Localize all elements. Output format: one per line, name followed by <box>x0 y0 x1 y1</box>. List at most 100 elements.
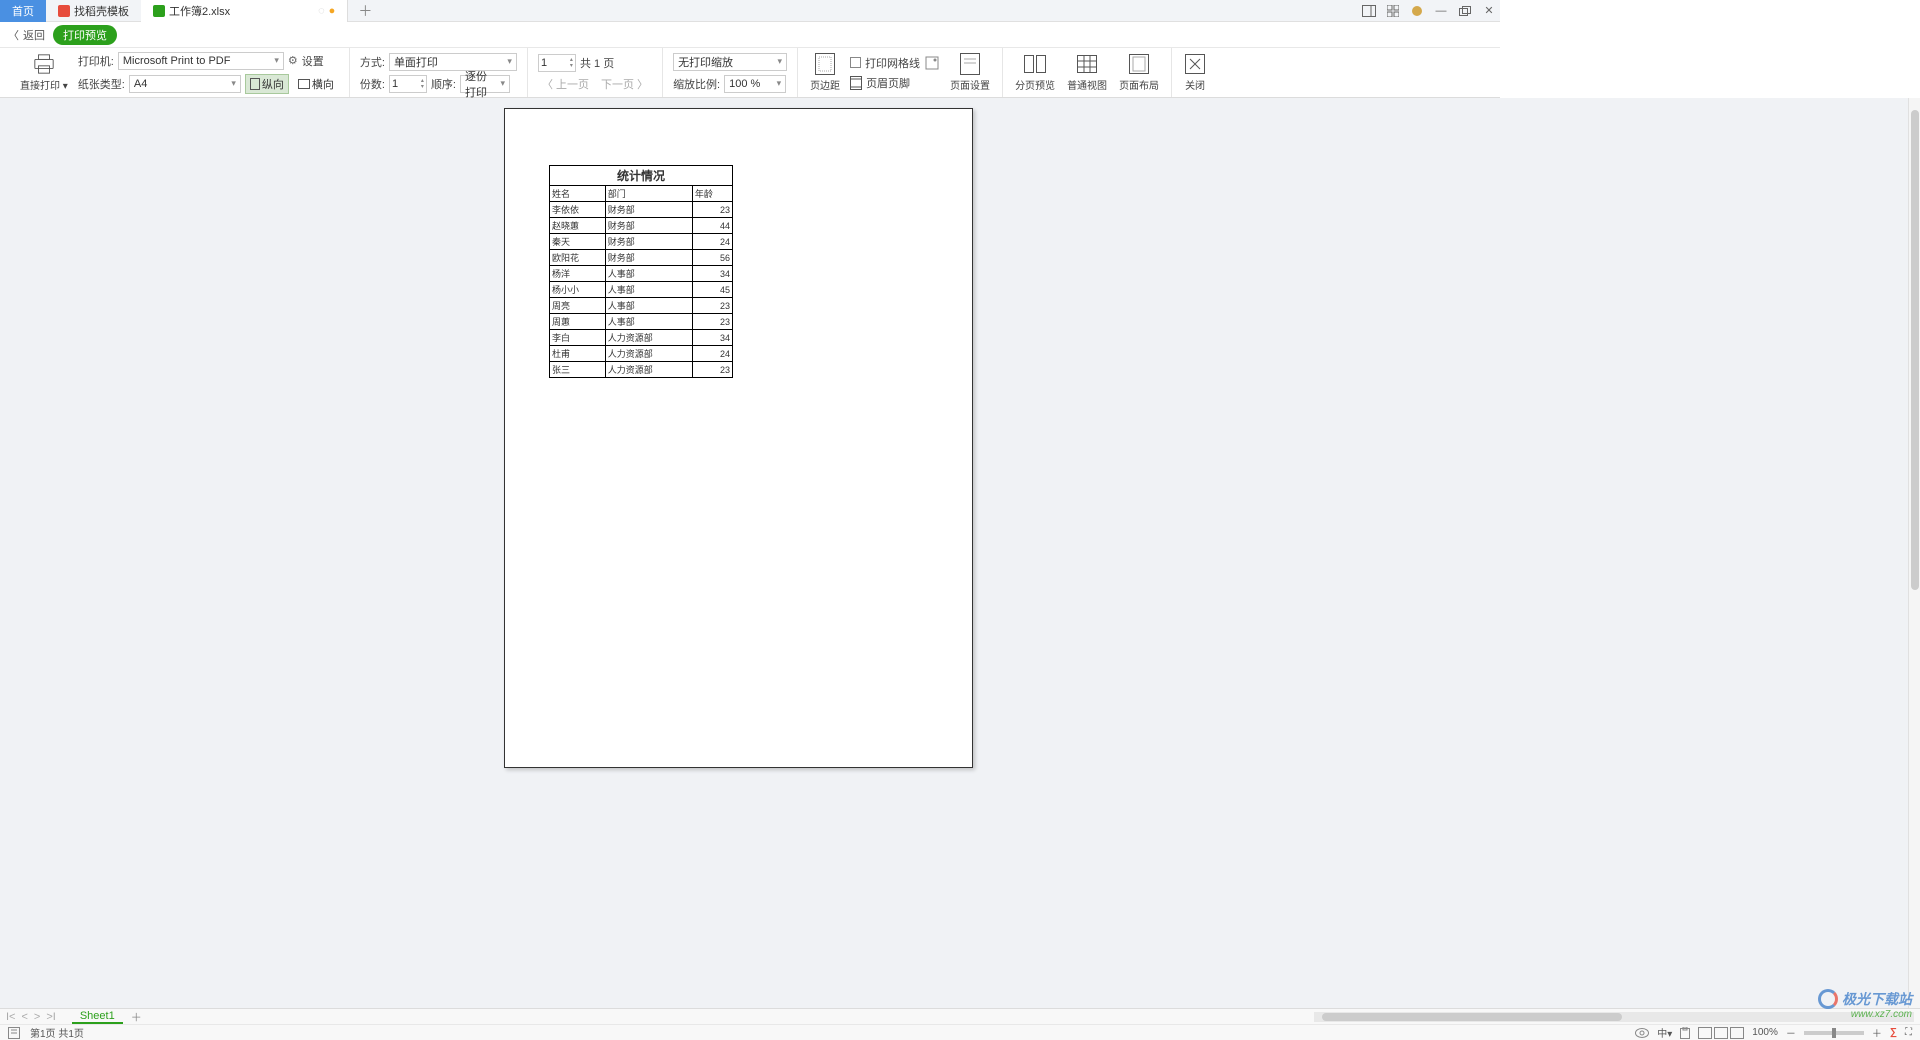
prev-page-button[interactable]: 〈 上一页 <box>538 76 593 92</box>
apps-icon[interactable] <box>1382 2 1404 20</box>
zoom-label: 缩放比例: <box>673 76 720 92</box>
new-tab-button[interactable]: ＋ <box>348 1 382 21</box>
watermark-swirl-icon <box>1818 989 1838 1009</box>
table-header-cell: 部门 <box>605 186 692 202</box>
window-controls: — ✕ <box>1358 2 1500 20</box>
table-header-cell: 年龄 <box>692 186 732 202</box>
order-label: 顺序: <box>431 76 456 92</box>
paper-type-label: 纸张类型: <box>78 76 125 92</box>
order-select[interactable]: 逐份打印 <box>460 75 510 93</box>
page-layout-button[interactable]: 页面布局 <box>1113 53 1165 92</box>
back-button[interactable]: 〈 返回 <box>8 27 45 43</box>
maximize-button[interactable] <box>1454 2 1476 20</box>
add-sheet-button[interactable]: ＋ <box>131 1009 142 1025</box>
chevron-left-icon: 〈 <box>8 27 19 43</box>
ime-badge[interactable]: 中▾ <box>1657 1025 1672 1040</box>
close-window-button[interactable]: ✕ <box>1478 2 1500 20</box>
zoom-select[interactable]: 100 % <box>724 75 786 93</box>
template-icon <box>58 5 70 17</box>
zoom-in-button[interactable]: ＋ <box>1872 1025 1882 1040</box>
status-bar: 第1页 共1页 中▾ 100% － ＋ ∑ ⛶ <box>0 1024 1920 1040</box>
breadcrumb: 〈 返回 打印预览 <box>0 22 1500 48</box>
normal-view-button[interactable]: 普通视图 <box>1061 53 1113 92</box>
prev-sheet-icon: < <box>21 1011 27 1023</box>
clipboard-icon[interactable] <box>1680 1027 1690 1039</box>
sheet-tab-active[interactable]: Sheet1 <box>72 1010 123 1024</box>
table-row: 杨洋人事部34 <box>550 266 733 282</box>
table-title: 统计情况 <box>550 166 733 186</box>
printer-label: 打印机: <box>78 53 114 69</box>
math-icon[interactable]: ∑ <box>1890 1027 1897 1038</box>
preview-canvas[interactable]: 统计情况 姓名部门年龄 李依依财务部23赵晓蕙财务部44秦天财务部24欧阳花财务… <box>0 98 1908 1008</box>
table-header-cell: 姓名 <box>550 186 606 202</box>
normal-view-icon <box>1076 53 1098 75</box>
options-icon[interactable] <box>8 1027 20 1039</box>
table-row: 赵晓蕙财务部44 <box>550 218 733 234</box>
paper-type-select[interactable]: A4 <box>129 75 241 93</box>
more-icon[interactable]: ● <box>329 5 336 17</box>
page-spinner[interactable]: 1 <box>538 54 576 72</box>
page-break-preview-button[interactable]: 分页预览 <box>1009 53 1061 92</box>
page-setup-icon <box>959 53 981 75</box>
vertical-scrollbar[interactable] <box>1908 98 1920 1008</box>
spreadsheet-icon <box>153 5 165 17</box>
gridlines-label: 打印网格线 <box>865 55 920 71</box>
sidebar-toggle-icon[interactable] <box>1358 2 1380 20</box>
copies-spinner[interactable]: 1 <box>389 75 427 93</box>
table-row: 欧阳花财务部56 <box>550 250 733 266</box>
printer-icon <box>33 53 55 75</box>
direct-print-button[interactable]: 直接打印 ▾ <box>14 53 74 92</box>
header-footer-icon <box>850 76 862 90</box>
page-break-icon <box>1024 53 1046 75</box>
next-sheet-icon: > <box>34 1011 40 1023</box>
first-sheet-icon: I< <box>6 1011 15 1023</box>
scaling-select[interactable]: 无打印缩放 <box>673 53 787 71</box>
next-page-button[interactable]: 下一页 〉 <box>597 76 652 92</box>
tab-template[interactable]: 找稻壳模板 <box>46 0 141 22</box>
settings-button[interactable]: 设置 <box>302 53 324 69</box>
tab-file-active[interactable]: 工作簿2.xlsx ◌ ● <box>141 0 348 22</box>
mode-select[interactable]: 单面打印 <box>389 53 517 71</box>
table-row: 李白人力资源部34 <box>550 330 733 346</box>
margins-button[interactable]: 页边距 <box>804 53 846 92</box>
table-row: 秦天财务部24 <box>550 234 733 250</box>
window-tabs-bar: 首页 找稻壳模板 工作簿2.xlsx ◌ ● ＋ — ✕ <box>0 0 1500 22</box>
table-row: 周亮人事部23 <box>550 298 733 314</box>
sheet-tab-bar: I< < > >I Sheet1 ＋ <box>0 1008 1920 1024</box>
view-mode-buttons[interactable] <box>1698 1027 1744 1039</box>
close-icon <box>1184 53 1206 75</box>
sheet-nav[interactable]: I< < > >I <box>6 1011 56 1023</box>
portrait-toggle[interactable]: 纵向 <box>245 74 289 94</box>
page-info-label: 第1页 共1页 <box>30 1025 84 1040</box>
eye-icon[interactable] <box>1635 1028 1649 1038</box>
gear-icon[interactable]: ⚙ <box>288 54 298 67</box>
header-footer-button[interactable]: 页眉页脚 <box>866 75 910 91</box>
margins-icon <box>814 53 836 75</box>
zoom-level-label: 100% <box>1752 1027 1778 1038</box>
close-preview-button[interactable]: 关闭 <box>1178 53 1212 92</box>
landscape-toggle[interactable]: 横向 <box>293 74 339 94</box>
minimize-button[interactable]: — <box>1430 2 1452 20</box>
table-row: 李依依财务部23 <box>550 202 733 218</box>
table-row: 周蕙人事部23 <box>550 314 733 330</box>
gridlines-checkbox[interactable] <box>850 57 861 68</box>
landscape-icon <box>298 79 310 89</box>
profile-icon[interactable] <box>1406 2 1428 20</box>
table-row: 杨小小人事部45 <box>550 282 733 298</box>
printer-select[interactable]: Microsoft Print to PDF <box>118 52 284 70</box>
pickup-icon[interactable] <box>924 55 940 71</box>
page-total-label: 共 1 页 <box>580 55 614 71</box>
table-row: 张三人力资源部23 <box>550 362 733 378</box>
print-preview-pill: 打印预览 <box>53 25 117 45</box>
page-setup-button[interactable]: 页面设置 <box>944 53 996 92</box>
view-grid-icon <box>1698 1027 1712 1039</box>
view-page-icon <box>1714 1027 1728 1039</box>
expand-icon[interactable]: ⛶ <box>1905 1027 1912 1038</box>
table-row: 杜甫人力资源部24 <box>550 346 733 362</box>
data-table: 统计情况 姓名部门年龄 李依依财务部23赵晓蕙财务部44秦天财务部24欧阳花财务… <box>549 165 733 378</box>
zoom-out-button[interactable]: － <box>1786 1025 1796 1040</box>
mode-label: 方式: <box>360 54 385 70</box>
tab-home[interactable]: 首页 <box>0 0 46 22</box>
copies-label: 份数: <box>360 76 385 92</box>
last-sheet-icon: >I <box>46 1011 55 1023</box>
